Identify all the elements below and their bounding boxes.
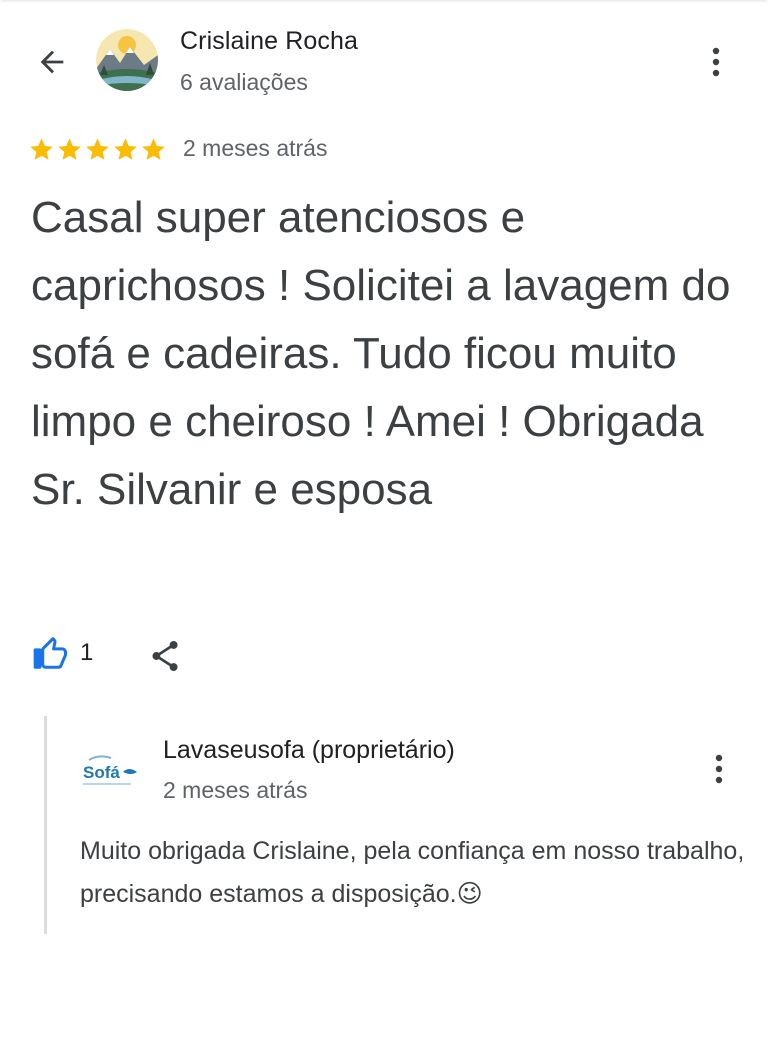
reviewer-name[interactable]: Crislaine Rocha [180, 27, 358, 56]
more-vert-icon [715, 754, 723, 784]
reply-date: 2 meses atrás [163, 777, 308, 803]
star-icon [58, 138, 81, 160]
star-rating [28, 136, 167, 163]
back-button[interactable] [28, 40, 76, 84]
wink-emoji-icon: 😉 [456, 880, 483, 908]
mountain-landscape-avatar [96, 29, 158, 91]
star-icon [114, 138, 137, 160]
star-icon [30, 138, 53, 160]
sheet-top-edge [0, 0, 768, 3]
reviewer-review-count: 6 avaliações [180, 69, 308, 95]
review-text: Casal super atenciosos e caprichosos ! S… [31, 193, 731, 514]
owner-logo-text: Sofá [83, 763, 120, 782]
star-icon [142, 138, 165, 160]
reply-text: Muito obrigada Crislaine, pela confiança… [80, 830, 750, 916]
like-count: 1 [80, 639, 94, 666]
owner-name: Lavaseusofa (proprietário) [163, 736, 455, 764]
review-date: 2 meses atrás [183, 135, 328, 161]
owner-reply: Sofá Lavaseusofa (proprietário) 2 meses … [44, 716, 747, 934]
reply-more-options-button[interactable] [704, 747, 734, 791]
owner-logo: Sofá [79, 752, 141, 792]
like-button[interactable]: 1 [32, 634, 93, 672]
reply-text-body: Muito obrigada Crislaine, pela confiança… [80, 837, 745, 908]
star-icon [86, 138, 109, 160]
review-detail-screen: Crislaine Rocha 6 avaliações 2 meses atr… [0, 0, 768, 1057]
arrow-left-icon [40, 50, 64, 74]
share-icon [152, 640, 178, 672]
more-vert-icon [712, 47, 720, 77]
thumb-up-icon [33, 637, 67, 669]
share-button[interactable] [148, 638, 182, 674]
avatar[interactable] [96, 29, 158, 91]
review-more-options-button[interactable] [701, 40, 731, 84]
